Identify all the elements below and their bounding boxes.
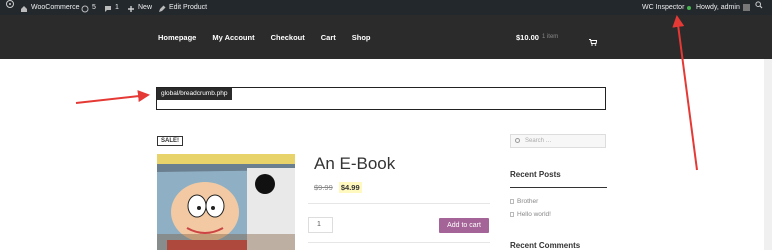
- arrow-to-wc-inspector: [672, 15, 698, 171]
- annotation-arrows: [75, 15, 698, 171]
- arrow-to-breadcrumb: [75, 90, 150, 104]
